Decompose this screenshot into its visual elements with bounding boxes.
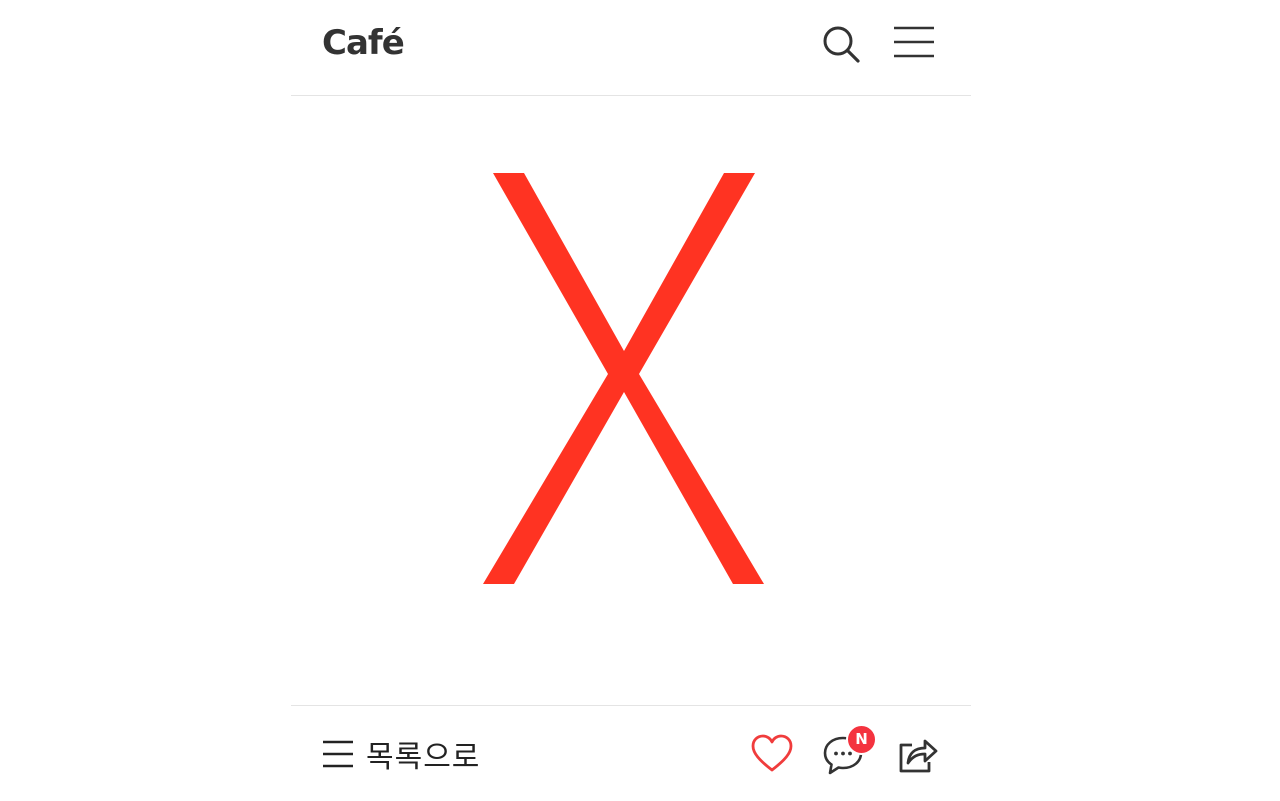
share-button[interactable]: [893, 730, 941, 778]
list-icon: [323, 740, 353, 768]
share-icon: [899, 739, 938, 773]
search-button[interactable]: [817, 20, 865, 68]
search-icon: [823, 26, 860, 63]
hamburger-menu-icon: [894, 26, 934, 58]
cafe-logo[interactable]: Café: [322, 22, 405, 64]
article-content: [291, 96, 971, 705]
bottom-toolbar: 목록으로 N: [291, 705, 971, 801]
menu-button[interactable]: [890, 18, 938, 66]
new-comment-badge: N: [846, 724, 877, 755]
like-button[interactable]: [748, 730, 796, 778]
back-to-list-button[interactable]: 목록으로: [322, 732, 480, 776]
top-header: Café: [291, 0, 971, 96]
x-mark-icon: [483, 173, 764, 584]
back-to-list-label: 목록으로: [366, 740, 481, 775]
heart-icon: [751, 734, 793, 772]
article-view: Café 목록으로 N: [291, 0, 971, 800]
